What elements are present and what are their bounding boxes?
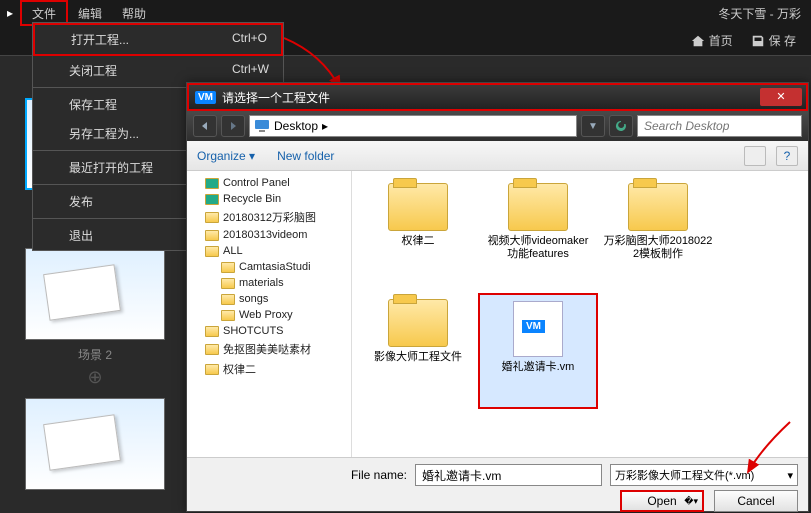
folder-icon — [388, 299, 448, 347]
tree-item[interactable]: ALL — [187, 243, 351, 259]
add-scene-icon[interactable]: ⊕ — [0, 367, 190, 388]
scene-card[interactable]: 场景 2 — [25, 248, 165, 363]
dialog-footer: File name: 万彩影像大师工程文件(*.vm)▾ Open�▾ Canc… — [187, 457, 808, 511]
tree-item[interactable]: Control Panel — [187, 175, 351, 191]
folder-icon — [221, 278, 235, 289]
help-button[interactable]: ? — [776, 146, 798, 166]
save-icon — [751, 34, 765, 48]
folder-item[interactable]: 影像大师工程文件 — [358, 293, 478, 409]
folder-icon — [205, 212, 219, 223]
app-title: 冬天下雪 - 万彩 — [718, 5, 801, 22]
dialog-titlebar: VM 请选择一个工程文件 ✕ — [187, 83, 808, 111]
open-file-dialog: VM 请选择一个工程文件 ✕ Desktop ▸ ▼ Organize ▾ Ne… — [186, 82, 809, 512]
vm-file-icon — [513, 301, 563, 357]
dialog-toolbar: Organize ▾ New folder ? — [187, 141, 808, 171]
folder-icon — [205, 326, 219, 337]
folder-item[interactable]: 万彩脑图大师20180222模板制作 — [598, 177, 718, 293]
play-icon: ▸ — [0, 6, 20, 20]
folder-icon — [388, 183, 448, 231]
home-button[interactable]: 首页 — [691, 32, 733, 49]
folder-icon — [205, 364, 219, 375]
file-label: 权律二 — [358, 235, 478, 248]
folder-icon — [205, 230, 219, 241]
chevron-down-icon: ▼ — [588, 121, 598, 132]
scene-card[interactable] — [25, 398, 165, 490]
search-input[interactable] — [637, 115, 802, 137]
tree-item[interactable]: 20180312万彩脑图 — [187, 207, 351, 227]
arrow-right-icon — [227, 120, 239, 132]
dialog-title: 请选择一个工程文件 — [222, 89, 330, 106]
save-label: 保 存 — [769, 32, 796, 49]
desktop-icon — [254, 119, 270, 133]
filename-label: File name: — [197, 468, 407, 482]
history-button[interactable]: ▼ — [581, 115, 605, 137]
new-folder-button[interactable]: New folder — [277, 149, 334, 163]
tree-item[interactable]: CamtasiaStudi — [187, 259, 351, 275]
file-label: 万彩脑图大师20180222模板制作 — [598, 235, 718, 261]
dialog-nav: Desktop ▸ ▼ — [187, 111, 808, 141]
annotation-arrow — [742, 418, 802, 488]
tree-item[interactable]: 权律二 — [187, 359, 351, 379]
folder-icon — [221, 262, 235, 273]
chevron-right-icon: ▸ — [322, 119, 328, 133]
organize-button[interactable]: Organize ▾ — [197, 149, 255, 163]
refresh-icon — [615, 120, 627, 132]
vm-badge-icon: VM — [195, 91, 216, 104]
file-label: 影像大师工程文件 — [358, 351, 478, 364]
file-menu-item[interactable]: 关闭工程Ctrl+W — [33, 56, 283, 85]
file-label: 婚礼邀请卡.vm — [480, 361, 596, 374]
back-button[interactable] — [193, 115, 217, 137]
folder-icon — [508, 183, 568, 231]
file-item-vm[interactable]: 婚礼邀请卡.vm — [478, 293, 598, 409]
folder-tree: Control PanelRecycle Bin20180312万彩脑图2018… — [187, 171, 352, 457]
home-icon — [691, 34, 705, 48]
folder-item[interactable]: 权律二 — [358, 177, 478, 293]
scene-label: 场景 2 — [25, 346, 165, 363]
forward-button[interactable] — [221, 115, 245, 137]
filename-input[interactable] — [415, 464, 602, 486]
tree-item[interactable]: Recycle Bin — [187, 191, 351, 207]
folder-icon — [205, 344, 219, 355]
tree-item[interactable]: songs — [187, 291, 351, 307]
folder-item[interactable]: 视频大师videomaker 功能features — [478, 177, 598, 293]
home-label: 首页 — [709, 32, 733, 49]
file-label: 视频大师videomaker 功能features — [478, 235, 598, 261]
folder-icon — [628, 183, 688, 231]
tree-item[interactable]: 免抠图美美哒素材 — [187, 339, 351, 359]
folder-icon — [221, 310, 235, 321]
folder-icon — [205, 246, 219, 257]
file-menu-item[interactable]: 打开工程...Ctrl+O — [33, 23, 283, 56]
crumb-label: Desktop — [274, 119, 318, 133]
arrow-left-icon — [199, 120, 211, 132]
tree-item[interactable]: Web Proxy — [187, 307, 351, 323]
tree-item[interactable]: SHOTCUTS — [187, 323, 351, 339]
save-button[interactable]: 保 存 — [751, 32, 796, 49]
chevron-down-icon: �▾ — [684, 496, 698, 507]
breadcrumb[interactable]: Desktop ▸ — [249, 115, 577, 137]
refresh-button[interactable] — [609, 115, 633, 137]
folder-icon — [205, 178, 219, 189]
view-button[interactable] — [744, 146, 766, 166]
folder-icon — [221, 294, 235, 305]
tree-item[interactable]: materials — [187, 275, 351, 291]
close-button[interactable]: ✕ — [760, 88, 802, 106]
folder-icon — [205, 194, 219, 205]
file-area: 权律二视频大师videomaker 功能features万彩脑图大师201802… — [352, 171, 808, 457]
open-button[interactable]: Open�▾ — [620, 490, 704, 512]
tree-item[interactable]: 20180313videom — [187, 227, 351, 243]
cancel-button[interactable]: Cancel — [714, 490, 798, 512]
